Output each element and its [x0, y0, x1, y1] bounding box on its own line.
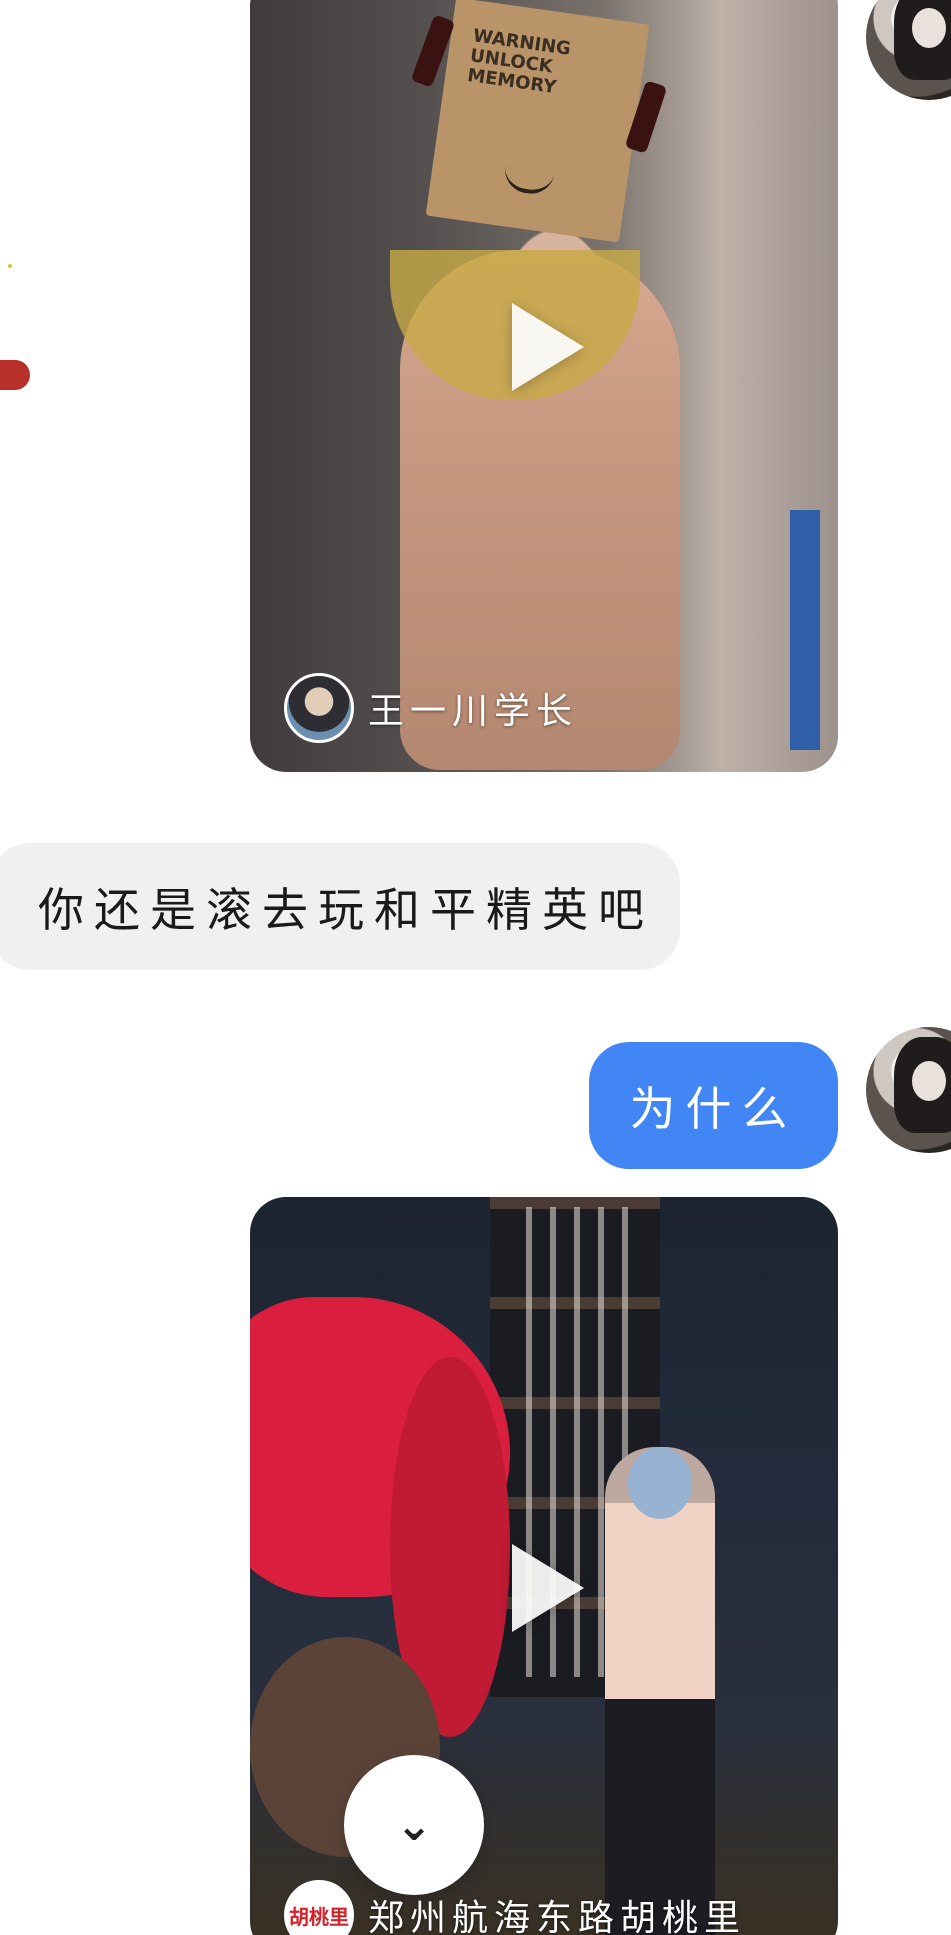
- partial-avatar-fragment: [8, 264, 12, 268]
- video-thumbnail-dancer-head: [628, 1447, 692, 1519]
- chat-screen: WARNING UNLOCK MEMORY 王一川学长 你还是滚去玩和平精英吧 …: [0, 0, 951, 1935]
- play-icon[interactable]: [512, 1544, 584, 1632]
- play-icon[interactable]: [512, 303, 584, 391]
- avatar-face: [912, 8, 946, 48]
- partial-avatar-fragment: [0, 360, 30, 390]
- incoming-message-bubble[interactable]: 你还是滚去玩和平精英吧: [0, 843, 680, 970]
- video-thumbnail-paper-bag: WARNING UNLOCK MEMORY: [425, 0, 650, 243]
- author-name: 郑州航海东路胡桃里: [368, 1898, 747, 1935]
- chevrons-down-icon: ⌄: [395, 1799, 433, 1851]
- outgoing-message-bubble[interactable]: 为什么: [589, 1042, 838, 1169]
- author-logo: 胡桃里: [284, 1880, 354, 1935]
- paper-bag-smile: [501, 165, 555, 197]
- video-message[interactable]: WARNING UNLOCK MEMORY 王一川学长: [250, 0, 838, 772]
- author-avatar: [284, 673, 354, 743]
- author-name: 王一川学长: [368, 691, 579, 732]
- avatar-face: [912, 1061, 946, 1101]
- message-text: 为什么: [629, 1081, 798, 1136]
- video-author[interactable]: 胡桃里 郑州航海东路胡桃里: [284, 1880, 746, 1935]
- paper-bag-sticker-text: WARNING UNLOCK MEMORY: [466, 25, 573, 99]
- video-thumbnail-dancer: [605, 1447, 715, 1935]
- scroll-to-bottom-button[interactable]: ⌄: [344, 1755, 484, 1895]
- video-message[interactable]: 胡桃里 郑州航海东路胡桃里: [250, 1197, 838, 1935]
- video-thumbnail-banner: [790, 510, 820, 750]
- message-text: 你还是滚去玩和平精英吧: [38, 882, 654, 937]
- video-author[interactable]: 王一川学长: [284, 673, 578, 743]
- my-avatar[interactable]: [866, 0, 951, 100]
- my-avatar[interactable]: [866, 1027, 951, 1153]
